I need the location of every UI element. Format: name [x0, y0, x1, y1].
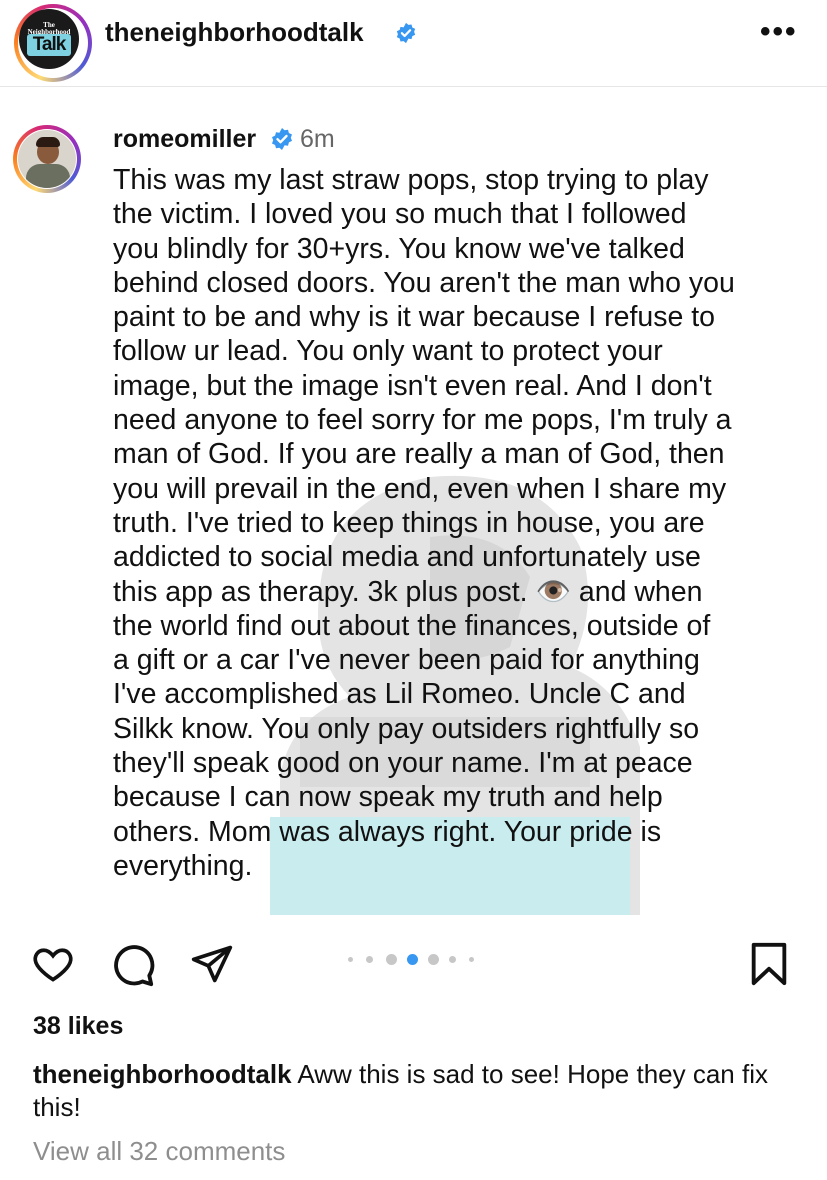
carousel-dot [449, 956, 456, 963]
action-bar [0, 930, 827, 1000]
likes-count[interactable]: 38 likes [33, 1012, 123, 1041]
caption-username[interactable]: theneighborhoodtalk [33, 1059, 292, 1089]
verified-badge-icon [396, 22, 416, 44]
carousel-dot [366, 956, 373, 963]
carousel-dot [348, 957, 353, 962]
post-header: The Neighborhood Talk theneighborhoodtal… [0, 0, 827, 87]
bookmark-icon[interactable] [746, 940, 792, 988]
post-timestamp: 6m [300, 125, 335, 153]
carousel-dot [428, 954, 439, 965]
logo-big-text: Talk [27, 34, 71, 56]
more-options-button[interactable]: ••• [760, 17, 798, 47]
carousel-dot [469, 957, 474, 962]
account-avatar[interactable]: The Neighborhood Talk [19, 9, 79, 69]
author-story-ring[interactable] [13, 125, 81, 193]
story-ring[interactable]: The Neighborhood Talk [14, 4, 92, 82]
post-body-text: This was my last straw pops, stop trying… [113, 164, 735, 882]
account-name[interactable]: theneighborhoodtalk [105, 17, 364, 48]
author-verified-badge-icon [272, 128, 292, 150]
comment-icon[interactable] [110, 942, 156, 988]
caption: theneighborhoodtalk Aww this is sad to s… [33, 1058, 803, 1124]
carousel-dot-active [407, 954, 418, 965]
carousel-dot [386, 954, 397, 965]
heart-icon[interactable] [30, 942, 76, 986]
post-author-name[interactable]: romeomiller [113, 125, 256, 154]
view-all-comments-link[interactable]: View all 32 comments [33, 1136, 285, 1167]
share-icon[interactable] [188, 942, 236, 986]
author-avatar[interactable] [18, 130, 76, 188]
